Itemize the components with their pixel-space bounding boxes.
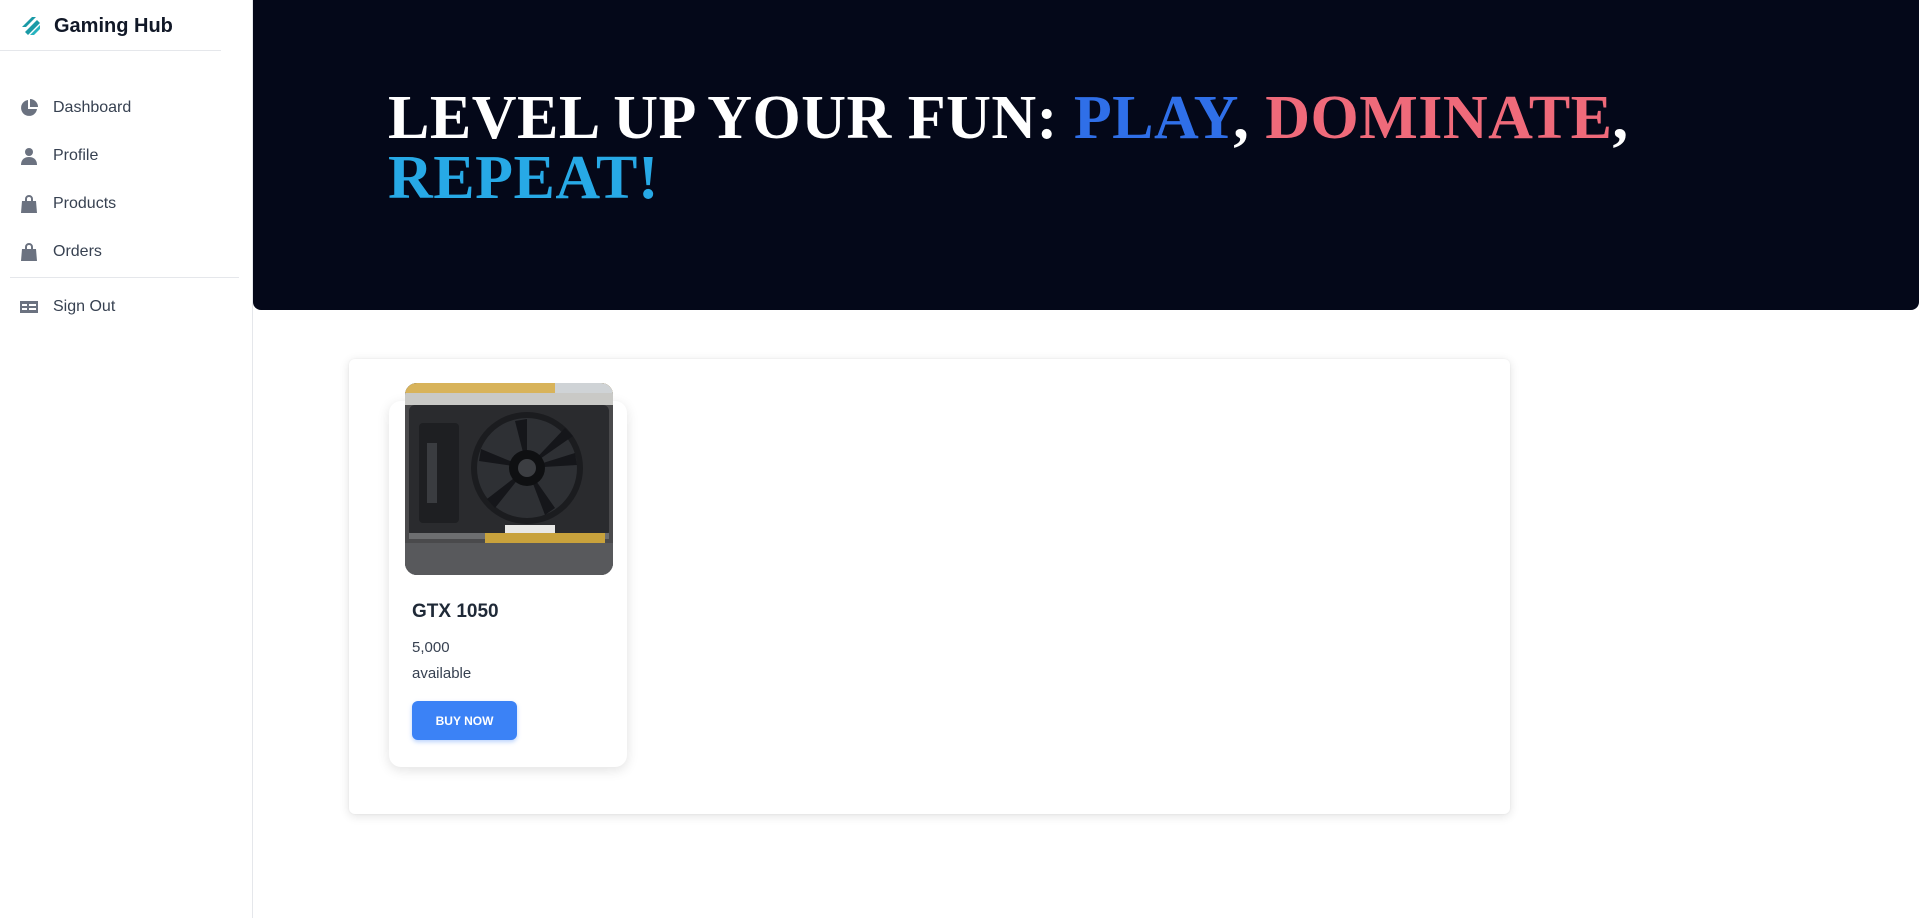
hero-word-play: PLAY xyxy=(1073,84,1234,152)
hero-text-level-up: LEVEL UP YOUR FUN: xyxy=(388,84,1074,152)
hero-title: LEVEL UP YOUR FUN: PLAY, DOMINATE, REPEA… xyxy=(388,87,1808,209)
sidebar-item-label: Profile xyxy=(53,147,99,164)
sidebar-item-label: Products xyxy=(53,195,117,212)
hero-separator: , xyxy=(1233,84,1266,152)
sidebar-item-profile[interactable]: Profile xyxy=(0,132,253,180)
brand-name: Gaming Hub xyxy=(54,14,173,37)
product-price: 5,000 xyxy=(412,639,450,656)
sidebar-item-label: Dashboard xyxy=(53,99,132,116)
hero-banner: LEVEL UP YOUR FUN: PLAY, DOMINATE, REPEA… xyxy=(253,0,1919,310)
shopping-bag-icon xyxy=(19,242,39,262)
signout-section: Sign Out xyxy=(0,283,253,331)
product-card[interactable]: GTX 1050 5,000 available BUY NOW xyxy=(389,383,627,767)
user-icon xyxy=(19,146,39,166)
pie-chart-icon xyxy=(19,98,39,118)
id-card-icon xyxy=(19,297,39,317)
hero-word-repeat: REPEAT! xyxy=(388,144,660,212)
sign-out-button[interactable]: Sign Out xyxy=(0,283,253,331)
buy-now-button[interactable]: BUY NOW xyxy=(412,701,517,740)
sidebar-item-products[interactable]: Products xyxy=(0,180,253,228)
shopping-bag-icon xyxy=(19,194,39,214)
sidebar-item-label: Orders xyxy=(53,243,102,260)
sidebar-nav: Dashboard Profile Products Orders xyxy=(0,84,253,276)
sign-out-label: Sign Out xyxy=(53,298,116,315)
brand-divider xyxy=(0,50,221,51)
hero-separator: , xyxy=(1612,84,1629,152)
sidebar: Gaming Hub Dashboard Profile Products Or… xyxy=(0,0,253,918)
sidebar-item-orders[interactable]: Orders xyxy=(0,228,253,276)
sidebar-item-dashboard[interactable]: Dashboard xyxy=(0,84,253,132)
stacked-logo-icon xyxy=(22,17,40,35)
graphics-card-photo xyxy=(405,383,613,575)
product-image[interactable] xyxy=(405,383,613,575)
nav-divider xyxy=(10,277,239,278)
product-name: GTX 1050 xyxy=(412,601,499,622)
product-availability: available xyxy=(412,665,472,682)
hero-word-dominate: DOMINATE xyxy=(1265,84,1613,152)
brand[interactable]: Gaming Hub xyxy=(18,10,173,42)
products-panel: GTX 1050 5,000 available BUY NOW xyxy=(349,359,1510,814)
